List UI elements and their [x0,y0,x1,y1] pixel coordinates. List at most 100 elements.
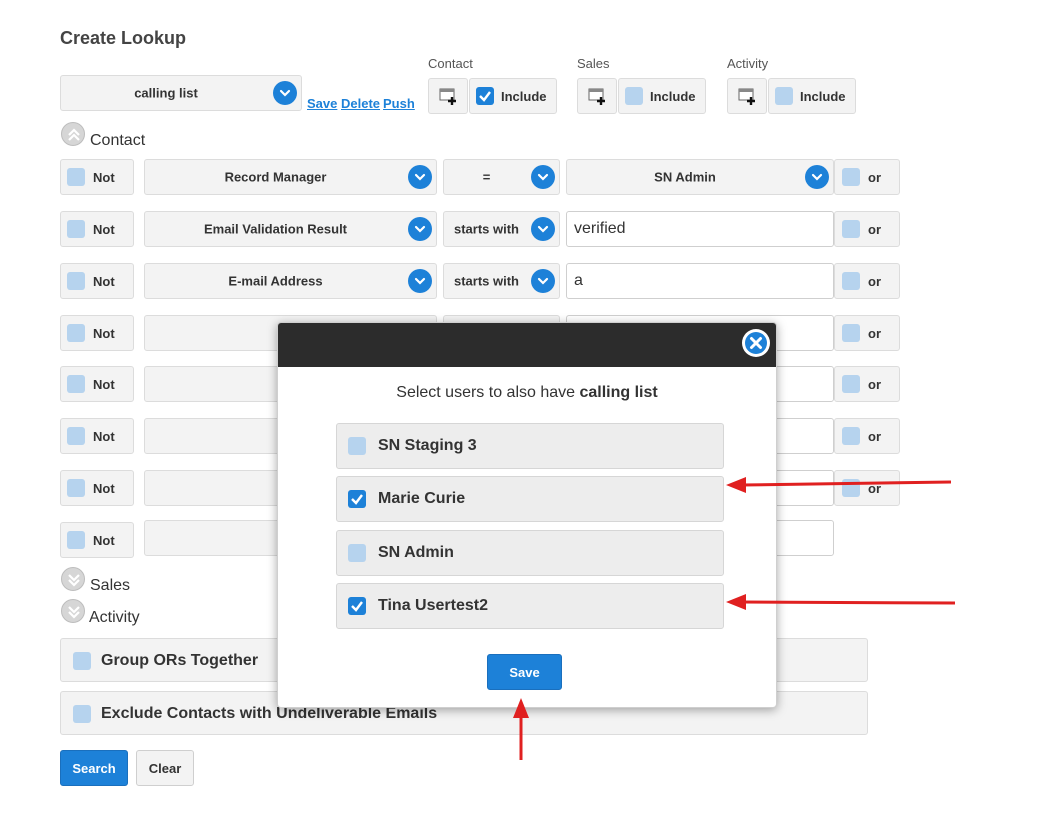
modal-save-button[interactable]: Save [487,654,562,690]
user-option-label: Marie Curie [378,490,466,507]
not-toggle[interactable]: Not [60,470,134,506]
not-toggle[interactable]: Not [60,418,134,454]
not-label: Not [93,429,115,444]
not-label: Not [93,170,115,185]
include-label: Include [650,89,696,104]
add-field-icon [738,88,755,105]
delete-link[interactable]: Delete [341,96,380,111]
chevron-down-icon [531,217,555,241]
checkbox-icon [67,375,85,393]
not-toggle[interactable]: Not [60,263,134,299]
lookup-select-value: calling list [134,85,198,101]
chevron-down-icon [531,165,555,189]
field-select-value: Record Manager [224,169,327,185]
activity-header-label: Activity [727,56,769,71]
expand-down-icon[interactable] [61,567,85,591]
field-select[interactable]: Record Manager [144,159,437,195]
not-label: Not [93,326,115,341]
search-button[interactable]: Search [60,750,128,786]
value-select-value: SN Admin [654,169,716,185]
add-field-icon [588,88,605,105]
value-input[interactable]: verified [566,211,834,247]
not-toggle[interactable]: Not [60,366,134,402]
checkbox-icon [842,324,860,342]
value-select[interactable]: SN Admin [566,159,834,195]
close-icon [745,332,767,354]
value-input[interactable]: a [566,263,834,299]
user-option[interactable]: Marie Curie [336,476,724,522]
checkbox-icon [348,437,366,455]
include-label: Include [501,89,547,104]
chevron-down-icon [805,165,829,189]
checkbox-icon [67,427,85,445]
checkbox-icon [67,479,85,497]
annotation-arrow-icon [726,594,956,610]
or-toggle[interactable]: or [834,211,900,247]
lookup-select[interactable]: calling list [60,75,302,111]
chevron-down-icon [408,165,432,189]
chevron-down-icon [273,81,297,105]
field-select[interactable]: E-mail Address [144,263,437,299]
user-option[interactable]: SN Admin [336,530,724,576]
chevron-down-icon [408,217,432,241]
close-button[interactable] [742,329,770,357]
checkbox-icon [842,168,860,186]
include-label: Include [800,89,846,104]
operator-select-value: = [482,169,491,185]
or-label: or [868,274,881,289]
select-users-modal: Select users to also have calling list S… [277,322,777,708]
checkbox-checked-icon [348,490,366,508]
not-label: Not [93,274,115,289]
push-link[interactable]: Push [383,96,415,111]
contact-add-button[interactable] [428,78,468,114]
or-toggle[interactable]: or [834,418,900,454]
expand-down-icon[interactable] [61,599,85,623]
not-label: Not [93,481,115,496]
checkbox-icon [67,168,85,186]
operator-select[interactable]: starts with [443,211,560,247]
operator-select[interactable]: = [443,159,560,195]
or-label: or [868,222,881,237]
user-option[interactable]: SN Staging 3 [336,423,724,469]
activity-section-title: Activity [89,609,140,626]
or-toggle[interactable]: or [834,263,900,299]
or-label: or [868,377,881,392]
contact-include-toggle[interactable]: Include [469,78,557,114]
checkbox-checked-icon [348,597,366,615]
not-toggle[interactable]: Not [60,211,134,247]
chevron-down-icon [408,269,432,293]
field-select[interactable]: Email Validation Result [144,211,437,247]
sales-include-toggle[interactable]: Include [618,78,706,114]
user-option-label: SN Admin [378,544,454,561]
checkbox-icon [73,705,91,723]
activity-add-button[interactable] [727,78,767,114]
field-select-value: Email Validation Result [203,221,348,237]
contact-header-label: Contact [428,56,473,71]
user-option[interactable]: Tina Usertest2 [336,583,724,629]
annotation-arrow-icon [726,477,952,493]
page-title: Create Lookup [60,28,187,48]
modal-message-lookup-name: calling list [579,384,658,401]
not-toggle[interactable]: Not [60,159,134,195]
sales-header-label: Sales [577,56,610,71]
collapse-up-icon[interactable] [61,122,85,146]
modal-message: Select users to also have calling list [278,384,776,402]
not-label: Not [93,222,115,237]
operator-select-value: starts with [453,221,519,237]
not-toggle[interactable]: Not [60,522,134,558]
sales-add-button[interactable] [577,78,617,114]
or-toggle[interactable]: or [834,315,900,351]
operator-select-value: starts with [453,273,519,289]
user-option-label: SN Staging 3 [378,437,477,454]
clear-button[interactable]: Clear [136,750,194,786]
operator-select[interactable]: starts with [443,263,560,299]
not-label: Not [93,533,115,548]
or-toggle[interactable]: or [834,366,900,402]
save-link[interactable]: Save [307,96,337,111]
or-toggle[interactable]: or [834,159,900,195]
not-toggle[interactable]: Not [60,315,134,351]
checkbox-icon [842,272,860,290]
activity-include-toggle[interactable]: Include [768,78,856,114]
modal-header [278,323,776,367]
field-select-value: E-mail Address [228,273,323,289]
